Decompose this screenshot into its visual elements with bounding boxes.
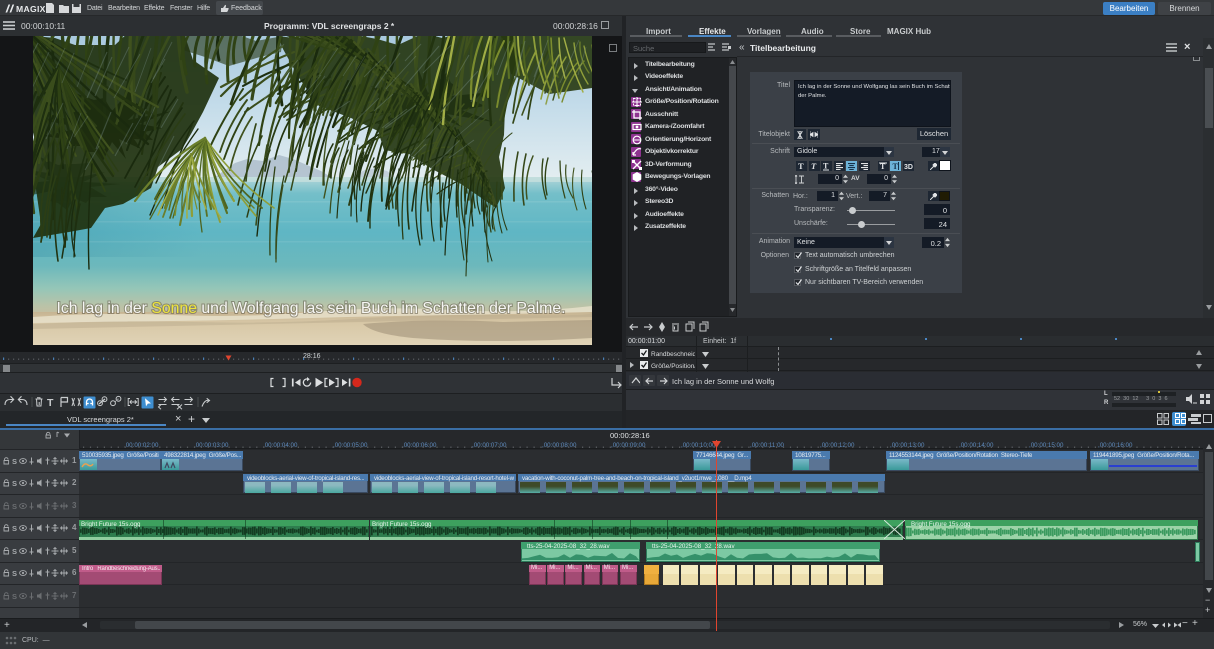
svg-text:MAGIX: MAGIX — [16, 4, 45, 13]
svg-text:S: S — [12, 457, 17, 466]
svg-text:S: S — [12, 569, 17, 578]
svg-text:Ich lag in der Sonne und Wolfg: Ich lag in der Sonne und Wolfgang las se… — [56, 300, 565, 317]
svg-text:S: S — [12, 502, 17, 511]
svg-text:T: T — [798, 162, 804, 170]
svg-text:T: T — [811, 162, 817, 170]
svg-text:3D: 3D — [904, 164, 913, 170]
svg-text:T: T — [893, 162, 899, 170]
svg-text:S: S — [12, 524, 17, 533]
svg-text:T: T — [47, 397, 54, 409]
svg-text:T: T — [823, 162, 829, 171]
svg-text:S: S — [12, 479, 17, 488]
svg-text:S: S — [12, 592, 17, 601]
svg-text:S: S — [12, 547, 17, 556]
